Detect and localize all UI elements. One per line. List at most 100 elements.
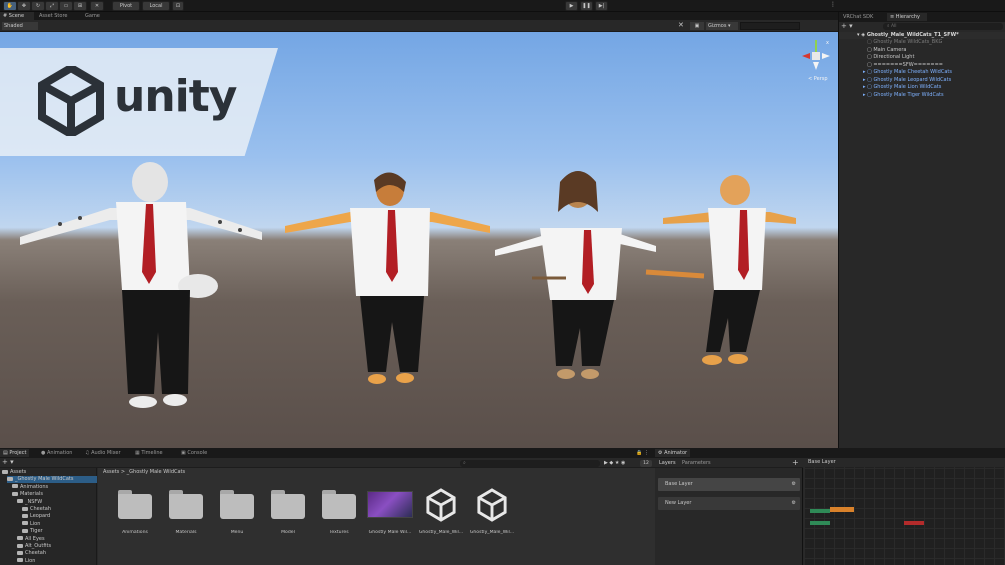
- hierarchy-search-input[interactable]: ⌕ All: [883, 23, 1003, 30]
- add-layer-button[interactable]: +: [792, 458, 799, 467]
- layer-base[interactable]: Base Layer ⚙: [658, 478, 800, 491]
- create-asset-button[interactable]: + ▾: [2, 459, 14, 466]
- tree-folder-item[interactable]: Cheetah: [17, 550, 46, 557]
- state-node-any[interactable]: [810, 521, 830, 525]
- filter-icons[interactable]: ▶ ◆ ★ ◉: [604, 460, 625, 466]
- add-object-button[interactable]: + ▾: [841, 23, 853, 30]
- asset-item[interactable]: Ghostly_Male_Wil...: [469, 488, 515, 548]
- pivot-toggle[interactable]: Pivot: [112, 1, 140, 11]
- tree-folder-item[interactable]: Alt_Outfits: [17, 543, 51, 550]
- rect-tool-icon[interactable]: ▭: [59, 1, 73, 11]
- animator-graph[interactable]: Base Layer: [804, 458, 1005, 565]
- tree-folder-item[interactable]: Lion: [17, 558, 35, 565]
- scene-search-input[interactable]: [740, 22, 800, 30]
- folder-icon: [220, 490, 254, 519]
- tab-parameters[interactable]: Parameters: [679, 459, 714, 467]
- gear-icon[interactable]: ⚙: [792, 478, 796, 491]
- tree-folder-item[interactable]: Lion: [22, 521, 40, 528]
- scene-root-item[interactable]: ▾ ◈ Ghostly_Male_WildCats_T1_SFW*: [839, 32, 1005, 39]
- unity-prefab-icon: [426, 488, 456, 522]
- state-node-entry[interactable]: [810, 509, 830, 513]
- transform-tool-icon[interactable]: ⊞: [73, 1, 87, 11]
- pause-button[interactable]: ❚❚: [580, 1, 593, 11]
- hierarchy-panel: VRChat SDK ≡ Hierarchy + ▾ ⌕ All ▾ ◈ Gho…: [838, 12, 1005, 448]
- asset-label: Animations: [122, 530, 148, 535]
- play-button[interactable]: ▶: [565, 1, 578, 11]
- layer-new[interactable]: New Layer ⚙: [658, 497, 800, 510]
- state-node-default[interactable]: [830, 507, 854, 512]
- tab-timeline[interactable]: ▦ Timeline: [132, 449, 166, 457]
- project-search-input[interactable]: ⌕: [460, 460, 600, 467]
- tree-folder-item[interactable]: Cheetah: [22, 506, 51, 513]
- tab-scene[interactable]: # Scene: [0, 12, 34, 20]
- rotate-tool-icon[interactable]: ↻: [31, 1, 45, 11]
- hierarchy-item[interactable]: ▸ ▢ Ghostly Male Cheetah WildCats: [839, 69, 1005, 76]
- tab-animator[interactable]: ⚙ Animator: [655, 449, 691, 457]
- scale-tool-icon[interactable]: ⤢: [45, 1, 59, 11]
- tree-folder-item[interactable]: Materials: [12, 491, 43, 498]
- asset-label: Textures: [329, 530, 349, 535]
- asset-item[interactable]: Menu: [214, 488, 260, 548]
- lion-avatar[interactable]: [495, 171, 656, 379]
- more-options-icon[interactable]: ⋮: [830, 1, 836, 8]
- lock-icon[interactable]: 🔒 ⋮: [636, 450, 649, 456]
- asset-item[interactable]: Animations: [112, 488, 158, 548]
- tree-folder-item[interactable]: All Eyes: [17, 536, 45, 543]
- orientation-gizmo[interactable]: x: [802, 40, 830, 70]
- tree-folder-item[interactable]: Tiger: [22, 528, 43, 535]
- tab-console[interactable]: ▣ Console: [178, 449, 210, 457]
- tree-folder-item[interactable]: Assets: [2, 469, 26, 476]
- hierarchy-item[interactable]: ▸ ▢ Ghostly Male Tiger WildCats: [839, 92, 1005, 99]
- hierarchy-item[interactable]: ▸ ▢ Ghostly Male Lion WildCats: [839, 84, 1005, 91]
- tools-icon[interactable]: ✕: [678, 21, 684, 29]
- gizmos-dropdown[interactable]: Gizmos ▾: [706, 22, 738, 30]
- tab-animation[interactable]: ● Animation: [38, 449, 75, 457]
- asset-item[interactable]: Materials: [163, 488, 209, 548]
- breadcrumb-current[interactable]: _Ghostly Male WildCats: [127, 469, 185, 475]
- asset-label: Ghostly_Male_Wil...: [418, 530, 464, 535]
- object-icon: ▢: [867, 76, 872, 83]
- tiger-avatar[interactable]: [285, 172, 490, 384]
- tree-folder-item[interactable]: _NSFW: [17, 499, 42, 506]
- asset-item[interactable]: Model: [265, 488, 311, 548]
- hierarchy-item[interactable]: ▢ Main Camera: [839, 47, 1005, 54]
- tree-folder-item[interactable]: Animations: [12, 484, 48, 491]
- folder-icon: [17, 550, 23, 555]
- gear-icon[interactable]: ⚙: [792, 497, 796, 510]
- snow-leopard-avatar[interactable]: [20, 162, 262, 408]
- object-icon: ▢: [867, 69, 872, 75]
- local-toggle[interactable]: Local: [142, 1, 170, 11]
- cheetah-avatar[interactable]: [645, 175, 796, 365]
- state-node-exit[interactable]: [904, 521, 924, 525]
- folder-icon: [271, 490, 305, 519]
- tab-asset-store[interactable]: Asset Store: [36, 12, 80, 20]
- object-icon: ▢: [867, 91, 872, 98]
- breadcrumb-assets[interactable]: Assets: [103, 469, 119, 475]
- hierarchy-item[interactable]: ▸ ▢ Ghostly Male Leopard WildCats: [839, 77, 1005, 84]
- hand-tool-icon[interactable]: ✋: [3, 1, 17, 11]
- camera-icon[interactable]: ▣: [690, 22, 704, 30]
- hierarchy-item[interactable]: ▢ =======SFW=======: [839, 62, 1005, 69]
- hierarchy-item[interactable]: ▢ Ghostly Male WildCats_BKG: [839, 39, 1005, 46]
- tab-vrchat-sdk[interactable]: VRChat SDK: [840, 13, 876, 21]
- custom-tool-icon[interactable]: ✕: [90, 1, 104, 11]
- scene-viewport[interactable]: x < Persp unity: [0, 32, 838, 448]
- tab-hierarchy[interactable]: ≡ Hierarchy: [887, 13, 927, 21]
- folder-icon: [322, 490, 356, 519]
- hidden-count-badge[interactable]: 12: [640, 460, 652, 467]
- tab-layers[interactable]: Layers: [656, 459, 679, 467]
- hierarchy-item[interactable]: ▢ Directional Light: [839, 54, 1005, 61]
- tree-folder-item[interactable]: Leopard: [22, 513, 50, 520]
- tab-project[interactable]: ▤ Project: [0, 449, 30, 457]
- persp-label[interactable]: < Persp: [808, 76, 828, 82]
- shading-mode-dropdown[interactable]: Shaded: [2, 22, 38, 30]
- asset-item[interactable]: Textures: [316, 488, 362, 548]
- move-tool-icon[interactable]: ✥: [17, 1, 31, 11]
- tab-audio-mixer[interactable]: ♫ Audio Mixer: [82, 449, 124, 457]
- step-button[interactable]: ▶|: [595, 1, 608, 11]
- asset-item[interactable]: Ghostly Male Wil...: [367, 488, 413, 548]
- tab-game[interactable]: Game: [82, 12, 112, 20]
- tree-folder-item[interactable]: _Ghostly Male WildCats: [7, 476, 97, 484]
- asset-item[interactable]: Ghostly_Male_Wil...: [418, 488, 464, 548]
- snap-icon[interactable]: ⊡: [172, 1, 184, 11]
